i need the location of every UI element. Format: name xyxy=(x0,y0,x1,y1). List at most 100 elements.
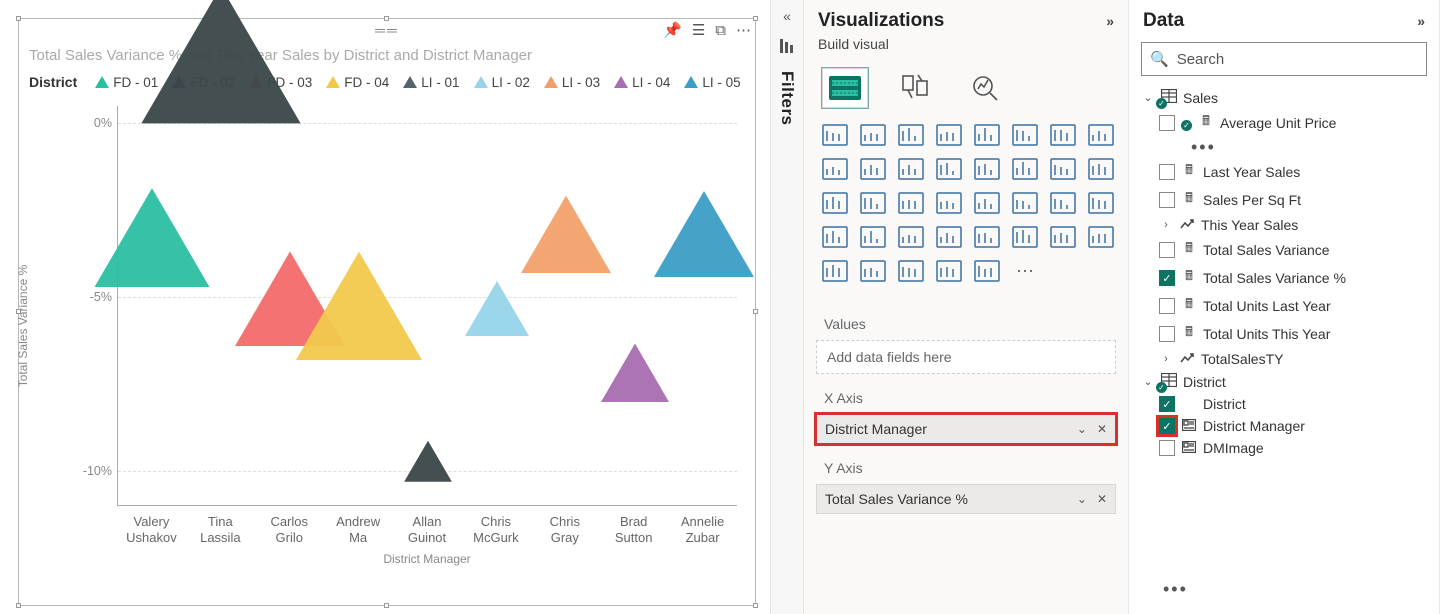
data-point[interactable] xyxy=(95,188,210,290)
viz-type-line-stacked[interactable] xyxy=(896,156,926,182)
filters-pane-collapsed[interactable]: « Filters xyxy=(770,0,804,614)
field-checkbox[interactable] xyxy=(1159,192,1175,208)
viz-type-gauge[interactable] xyxy=(1010,190,1040,216)
field-dropdown-icon[interactable]: ⌄ xyxy=(1077,422,1087,436)
field-row[interactable]: ✓District xyxy=(1157,393,1431,415)
viz-type-stacked-column[interactable] xyxy=(972,122,1002,148)
field-remove-icon[interactable]: ✕ xyxy=(1097,422,1107,436)
viz-type-matrix[interactable] xyxy=(934,224,964,250)
resize-handle[interactable] xyxy=(384,603,389,608)
yaxis-field-total-sales-variance-pct[interactable]: Total Sales Variance % ⌄✕ xyxy=(816,484,1116,514)
field-more-icon[interactable]: ••• xyxy=(1181,137,1431,158)
viz-type-arcgis[interactable] xyxy=(896,258,926,284)
analytics-tab[interactable] xyxy=(962,68,1008,108)
chevron-down-icon[interactable]: ⌄ xyxy=(1141,375,1155,388)
data-point[interactable] xyxy=(141,0,301,127)
chevron-right-icon[interactable]: › xyxy=(1159,219,1173,231)
viz-type-card[interactable] xyxy=(1048,190,1078,216)
field-row[interactable]: 🖩Total Sales Variance xyxy=(1157,236,1431,264)
resize-handle[interactable] xyxy=(16,603,21,608)
field-checkbox[interactable] xyxy=(1159,242,1175,258)
viz-type-multi-row-card[interactable] xyxy=(1086,190,1116,216)
viz-type-q-and-a[interactable] xyxy=(1086,224,1116,250)
field-row[interactable]: 🖩Sales Per Sq Ft xyxy=(1157,186,1431,214)
field-row[interactable]: ›TotalSalesTY xyxy=(1157,348,1431,370)
expand-filters-icon[interactable]: « xyxy=(783,8,791,24)
field-row[interactable]: 🖩Total Units Last Year xyxy=(1157,292,1431,320)
viz-type-line-clustered[interactable] xyxy=(858,156,888,182)
legend-item[interactable]: LI - 03 xyxy=(544,75,600,90)
viz-type-funnel[interactable] xyxy=(1010,156,1040,182)
viz-type-line[interactable] xyxy=(1048,122,1078,148)
data-point[interactable] xyxy=(601,344,669,405)
pin-icon[interactable]: 📌 xyxy=(663,21,682,39)
viz-type-stacked-bar-100[interactable] xyxy=(896,122,926,148)
field-checkbox[interactable] xyxy=(1159,440,1175,456)
field-remove-icon[interactable]: ✕ xyxy=(1097,492,1107,506)
viz-type-py-visual[interactable] xyxy=(1010,224,1040,250)
viz-type-powerapps[interactable] xyxy=(934,258,964,284)
viz-type-waterfall[interactable] xyxy=(972,156,1002,182)
more-icon[interactable]: ⋯ xyxy=(736,21,751,39)
data-point[interactable] xyxy=(404,441,452,485)
viz-type-r-visual[interactable] xyxy=(972,224,1002,250)
field-checkbox[interactable] xyxy=(1159,326,1175,342)
field-row[interactable]: ✓🖩Average Unit Price xyxy=(1157,109,1431,137)
values-well-dropzone[interactable]: Add data fields here xyxy=(816,340,1116,374)
data-point[interactable] xyxy=(296,252,422,363)
collapse-data-icon[interactable]: » xyxy=(1417,13,1425,29)
field-checkbox[interactable]: ✓ xyxy=(1159,270,1175,286)
search-input[interactable]: 🔍 Search xyxy=(1141,42,1427,76)
drag-grip-icon[interactable]: ══ xyxy=(375,27,399,33)
legend-item[interactable]: LI - 04 xyxy=(614,75,670,90)
legend-item[interactable]: LI - 05 xyxy=(684,75,740,90)
field-checkbox[interactable] xyxy=(1159,298,1175,314)
viz-type-scatter-chart[interactable] xyxy=(1048,156,1078,182)
viz-type-slicer[interactable] xyxy=(858,224,888,250)
viz-type-automate[interactable] xyxy=(972,258,1002,284)
collapse-viz-icon[interactable]: » xyxy=(1106,13,1114,29)
field-checkbox[interactable]: ✓ xyxy=(1159,396,1175,412)
viz-type-stacked-area[interactable] xyxy=(820,156,850,182)
data-point[interactable] xyxy=(521,196,611,276)
viz-type-treemap[interactable] xyxy=(858,190,888,216)
viz-type-area[interactable] xyxy=(1086,122,1116,148)
viz-type-map[interactable] xyxy=(896,190,926,216)
viz-type-stacked-column-100[interactable] xyxy=(1010,122,1040,148)
chart-plot-area[interactable]: 0%-5%-10% xyxy=(117,106,737,506)
legend-item[interactable]: LI - 01 xyxy=(403,75,459,90)
viz-type-shape-map[interactable] xyxy=(972,190,1002,216)
viz-type-decomp-tree[interactable] xyxy=(820,258,850,284)
fields-tab[interactable] xyxy=(822,68,868,108)
table-sales[interactable]: ⌄ ✓ Sales xyxy=(1139,86,1431,109)
focus-icon[interactable]: ⧉ xyxy=(715,22,726,39)
visual-frame[interactable]: ══ 📌 ☰ ⧉ ⋯ Total Sales Variance % and Th… xyxy=(18,18,756,606)
field-row[interactable]: ✓🖩Total Sales Variance % xyxy=(1157,264,1431,292)
chevron-right-icon[interactable]: › xyxy=(1159,353,1173,365)
more-visuals-icon[interactable]: ⋯ xyxy=(1010,258,1040,284)
filter-icon[interactable]: ☰ xyxy=(692,21,705,39)
table-district[interactable]: ⌄ ✓ District xyxy=(1139,370,1431,393)
field-row[interactable]: ✓District Manager xyxy=(1157,415,1431,437)
data-point[interactable] xyxy=(654,191,754,280)
data-point[interactable] xyxy=(465,281,529,339)
chevron-down-icon[interactable]: ⌄ xyxy=(1141,91,1155,104)
xaxis-field-district-manager[interactable]: District Manager ⌄✕ xyxy=(816,414,1116,444)
viz-type-pie[interactable] xyxy=(1086,156,1116,182)
field-row[interactable]: 🖩Last Year Sales xyxy=(1157,158,1431,186)
viz-type-table[interactable] xyxy=(896,224,926,250)
viz-type-donut[interactable] xyxy=(820,190,850,216)
viz-type-key-influencers[interactable] xyxy=(1048,224,1078,250)
viz-type-paginated[interactable] xyxy=(858,258,888,284)
field-checkbox[interactable] xyxy=(1159,164,1175,180)
field-row[interactable]: 🖩Total Units This Year xyxy=(1157,320,1431,348)
report-canvas[interactable]: ══ 📌 ☰ ⧉ ⋯ Total Sales Variance % and Th… xyxy=(0,0,770,614)
viz-type-kpi[interactable] xyxy=(820,224,850,250)
resize-handle[interactable] xyxy=(753,603,758,608)
field-checkbox[interactable] xyxy=(1159,115,1175,131)
field-row[interactable]: ›This Year Sales xyxy=(1157,214,1431,236)
viz-type-clustered-bar[interactable] xyxy=(858,122,888,148)
field-checkbox[interactable]: ✓ xyxy=(1159,418,1175,434)
viz-type-clustered-column[interactable] xyxy=(934,122,964,148)
field-row[interactable]: DMImage xyxy=(1157,437,1431,459)
